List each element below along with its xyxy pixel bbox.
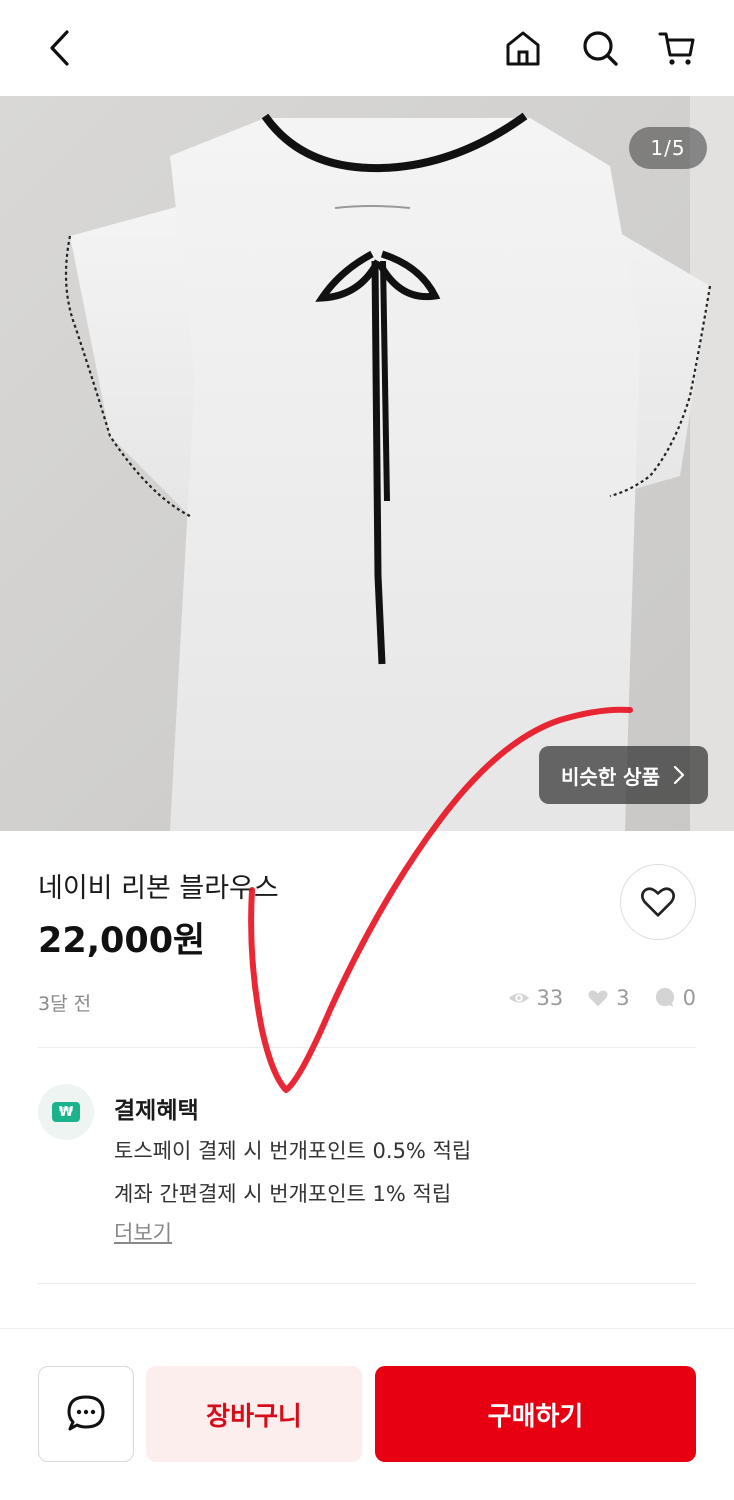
more-link[interactable]: 더보기 xyxy=(114,1217,172,1247)
benefit-line: 토스페이 결제 시 번개포인트 0.5% 적립 xyxy=(114,1139,472,1163)
benefit-line: 계좌 간편결제 시 번개포인트 1% 적립 xyxy=(114,1182,452,1206)
payment-benefit-icon: ₩ xyxy=(38,1084,94,1140)
chevron-right-icon xyxy=(673,765,685,785)
divider xyxy=(38,1283,696,1284)
product-stats: 33 3 0 xyxy=(508,986,696,1010)
chat-icon xyxy=(67,1395,105,1431)
like-button[interactable] xyxy=(620,864,696,940)
won-ticket-icon: ₩ xyxy=(52,1102,80,1122)
comment-icon xyxy=(655,987,674,1008)
eye-icon xyxy=(508,993,529,1003)
view-count: 33 xyxy=(536,986,564,1010)
benefit-title: 결제혜택 xyxy=(114,1098,199,1124)
cart-icon xyxy=(658,32,695,65)
posted-time: 3달 전 xyxy=(38,993,92,1015)
similar-products-button[interactable]: 비슷한 상품 xyxy=(539,746,708,804)
chevron-left-icon xyxy=(50,30,69,66)
image-counter: 1/5 xyxy=(629,127,707,169)
chat-button[interactable] xyxy=(38,1366,134,1462)
similar-products-label: 비슷한 상품 xyxy=(561,764,660,789)
comment-count: 0 xyxy=(682,986,696,1010)
product-title: 네이비 리본 블라우스 xyxy=(38,873,279,904)
product-image[interactable]: 1/5 xyxy=(0,96,734,831)
heart-icon xyxy=(641,887,675,917)
search-icon xyxy=(583,31,618,66)
home-icon xyxy=(506,31,540,66)
back-button[interactable] xyxy=(34,22,86,74)
top-bar xyxy=(0,0,734,96)
like-count: 3 xyxy=(616,986,630,1010)
buy-now-button[interactable]: 구매하기 xyxy=(375,1366,696,1462)
divider xyxy=(38,1047,696,1048)
heart-icon xyxy=(588,990,608,1007)
search-button[interactable] xyxy=(574,22,626,74)
home-button[interactable] xyxy=(497,22,549,74)
product-price: 22,000원 xyxy=(38,921,206,961)
add-to-cart-button[interactable]: 장바구니 xyxy=(146,1366,362,1462)
cart-button[interactable] xyxy=(651,22,703,74)
